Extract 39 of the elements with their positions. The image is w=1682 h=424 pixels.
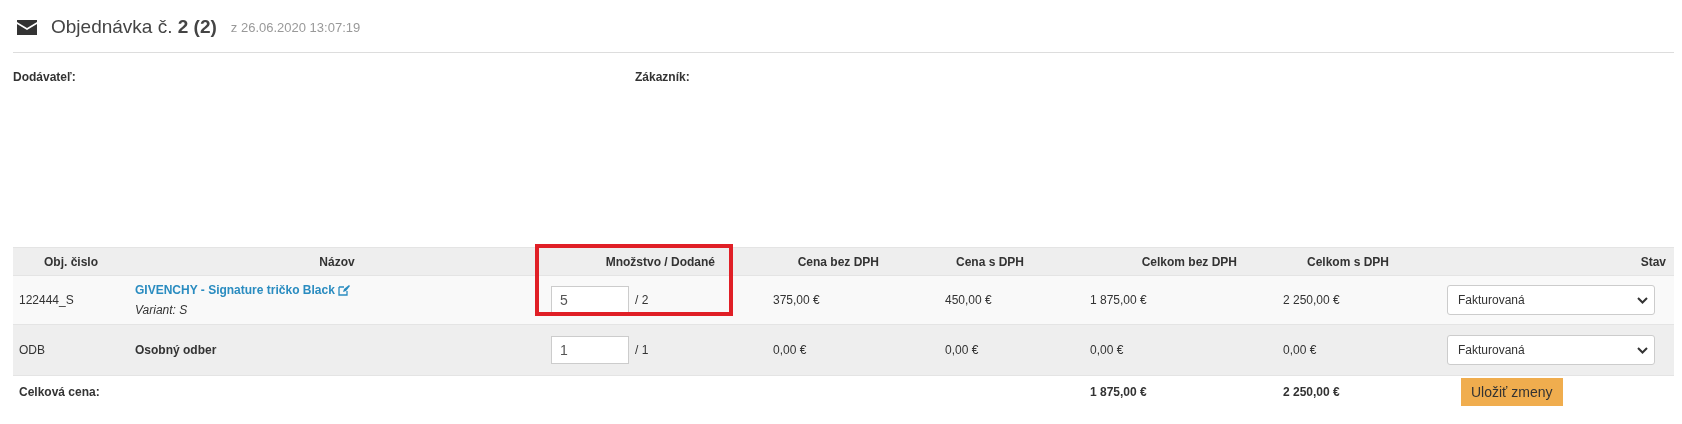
save-button[interactable]: Uložiť zmeny — [1461, 378, 1563, 406]
quantity-field[interactable]: 1 — [551, 336, 629, 364]
name-cell-text: Osobný odber — [134, 343, 218, 357]
price-cell-text: 450,00 € — [944, 293, 993, 307]
column-header: Celkom bez DPH — [1140, 254, 1238, 269]
code-cell-text: ODB — [18, 343, 46, 357]
total-cell-text: 0,00 € — [1089, 343, 1125, 357]
column-header: Množstvo / Dodané — [604, 254, 716, 269]
party-label: Dodávateľ: — [13, 70, 76, 84]
party-label: Zákazník: — [635, 70, 690, 84]
total-cell-text: 0,00 € — [1282, 343, 1318, 357]
column-header: Názov — [318, 254, 356, 269]
column-header: Cena s DPH — [954, 254, 1025, 269]
price-cell-text: 0,00 € — [772, 343, 808, 357]
status-select[interactable]: Fakturovaná — [1447, 285, 1655, 315]
order-title: Objednávka č. 2 (2) — [51, 16, 217, 38]
total-cell-text: 2 250,00 € — [1282, 293, 1341, 307]
column-header: Stav — [1639, 254, 1667, 269]
column-header: Celkom s DPH — [1305, 254, 1390, 269]
column-header: Cena bez DPH — [796, 254, 880, 269]
price-cell-text: 0,00 € — [944, 343, 980, 357]
total-gross: 2 250,00 € — [1282, 385, 1341, 399]
price-cell-text: 375,00 € — [772, 293, 821, 307]
product-link[interactable]: GIVENCHY - Signature tričko Black — [135, 283, 545, 297]
quantity-field[interactable]: 5 — [551, 286, 629, 314]
column-header: Obj. čislo — [43, 254, 99, 269]
total-net: 1 875,00 € — [1089, 385, 1148, 399]
code-cell-text: 122444_S — [18, 293, 75, 307]
delivered-text: / 1 — [635, 343, 649, 357]
chevron-down-icon — [1637, 296, 1648, 304]
edit-icon[interactable] — [337, 284, 350, 296]
total-label: Celková cena: — [18, 385, 101, 399]
delivered-text: / 2 — [635, 293, 649, 307]
envelope-icon — [17, 19, 37, 35]
order-date: z 26.06.2020 13:07:19 — [230, 19, 361, 35]
variant-text: Variant: S — [135, 303, 189, 317]
status-select[interactable]: Fakturovaná — [1447, 335, 1655, 365]
total-cell-text: 1 875,00 € — [1089, 293, 1148, 307]
chevron-down-icon — [1637, 346, 1648, 354]
